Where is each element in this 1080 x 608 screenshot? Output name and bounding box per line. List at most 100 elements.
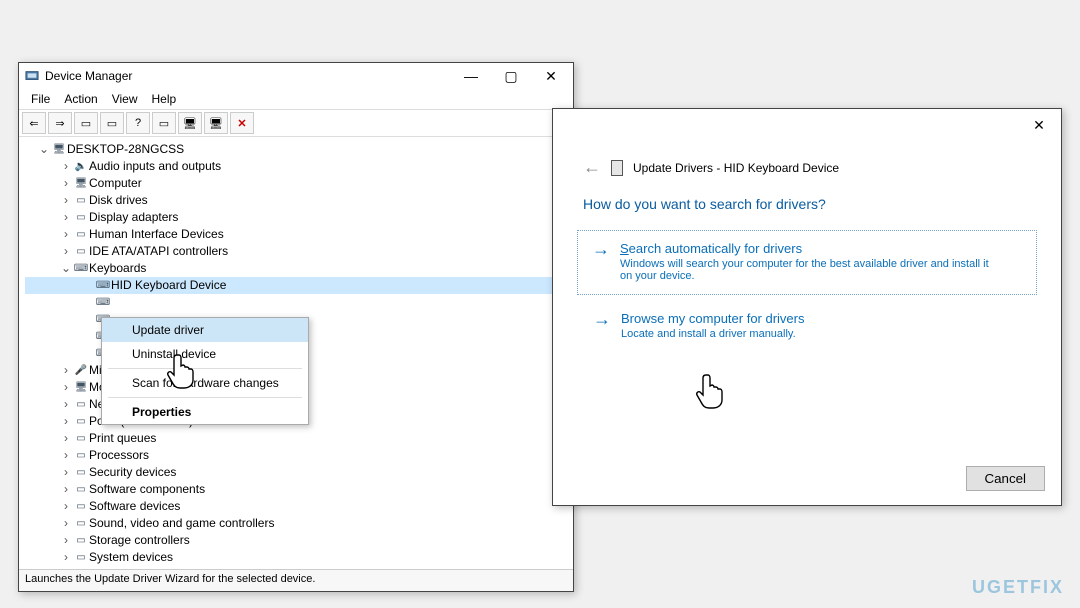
- close-button[interactable]: ✕: [531, 63, 571, 89]
- nav-fwd-icon[interactable]: ⇒: [48, 112, 72, 134]
- minimize-button[interactable]: —: [451, 63, 491, 89]
- keyboard-icon: [611, 160, 623, 176]
- toolbar-icon[interactable]: ?: [126, 112, 150, 134]
- dialog-titlebar[interactable]: ✕: [553, 109, 1061, 141]
- chevron-down-icon[interactable]: ⌄: [37, 141, 51, 158]
- system-icon: ▭: [73, 549, 89, 566]
- context-update-driver[interactable]: Update driver: [102, 318, 308, 342]
- watermark-logo: UGETFIX: [972, 577, 1064, 598]
- tree-item-hid-keyboard[interactable]: ⌨HID Keyboard Device: [25, 277, 569, 294]
- tree-category[interactable]: ›🔈Audio inputs and outputs: [25, 158, 569, 175]
- toolbar-icon[interactable]: ▭: [100, 112, 124, 134]
- delete-icon[interactable]: ✕: [230, 112, 254, 134]
- arrow-right-icon: →: [593, 311, 611, 340]
- chevron-down-icon[interactable]: ⌄: [59, 260, 73, 277]
- dialog-button-bar: Cancel: [966, 466, 1046, 491]
- option-title: Search automatically for drivers: [620, 241, 1000, 256]
- back-arrow-icon[interactable]: ←: [583, 157, 601, 178]
- security-icon: ▭: [73, 464, 89, 481]
- software-icon: ▭: [73, 498, 89, 515]
- menu-file[interactable]: File: [25, 92, 56, 106]
- app-icon: [25, 69, 39, 83]
- tree-category[interactable]: ›▭System devices: [25, 549, 569, 566]
- chevron-right-icon[interactable]: ›: [59, 464, 73, 481]
- keyboard-icon: ⌨: [95, 277, 111, 294]
- chevron-right-icon[interactable]: ›: [59, 515, 73, 532]
- chevron-right-icon[interactable]: ›: [59, 158, 73, 175]
- nav-back-icon[interactable]: ⇐: [22, 112, 46, 134]
- chevron-right-icon[interactable]: ›: [59, 430, 73, 447]
- chevron-right-icon[interactable]: ›: [59, 396, 73, 413]
- tree-category[interactable]: ›▭Disk drives: [25, 192, 569, 209]
- tree-root[interactable]: ⌄ 🖥 DESKTOP-28NGCSS: [25, 141, 569, 158]
- monitor-icon: 🖥: [73, 379, 89, 396]
- menu-action[interactable]: Action: [58, 92, 103, 106]
- toolbar-icon[interactable]: ▭: [152, 112, 176, 134]
- chevron-right-icon[interactable]: ›: [59, 226, 73, 243]
- menu-bar: File Action View Help: [19, 89, 573, 109]
- update-drivers-dialog: ✕ ← Update Drivers - HID Keyboard Device…: [552, 108, 1062, 506]
- context-properties[interactable]: Properties: [102, 400, 308, 424]
- cursor-hand-icon: [694, 370, 728, 410]
- tree-item[interactable]: ⌨: [25, 294, 569, 311]
- chevron-right-icon[interactable]: ›: [59, 413, 73, 430]
- printer-icon: ▭: [73, 430, 89, 447]
- tree-category[interactable]: ›▭Security devices: [25, 464, 569, 481]
- tree-category[interactable]: ›▭Human Interface Devices: [25, 226, 569, 243]
- cancel-button[interactable]: Cancel: [966, 466, 1046, 491]
- tree-category-keyboards[interactable]: ⌄⌨Keyboards: [25, 260, 569, 277]
- close-button[interactable]: ✕: [1019, 112, 1059, 138]
- chevron-right-icon[interactable]: ›: [59, 566, 73, 569]
- usb-icon: ▭: [73, 566, 89, 569]
- hid-icon: ▭: [73, 226, 89, 243]
- toolbar: ⇐ ⇒ ▭ ▭ ? ▭ 🖥 🖥 ✕: [19, 109, 573, 137]
- scan-hardware-icon[interactable]: 🖥: [178, 112, 202, 134]
- context-scan-hardware[interactable]: Scan for hardware changes: [102, 371, 308, 395]
- audio-icon: 🔈: [73, 158, 89, 175]
- tree-category[interactable]: ›▭Software components: [25, 481, 569, 498]
- cpu-icon: ▭: [73, 447, 89, 464]
- chevron-right-icon[interactable]: ›: [59, 498, 73, 515]
- tree-category[interactable]: ›▭Print queues: [25, 430, 569, 447]
- chevron-right-icon[interactable]: ›: [59, 379, 73, 396]
- tree-category[interactable]: ›▭Universal Serial Bus controllers: [25, 566, 569, 569]
- device-manager-window: Device Manager — ▢ ✕ File Action View He…: [18, 62, 574, 592]
- tree-category[interactable]: ›▭Software devices: [25, 498, 569, 515]
- option-search-automatically[interactable]: → Search automatically for drivers Windo…: [577, 230, 1037, 295]
- chevron-right-icon[interactable]: ›: [59, 175, 73, 192]
- chevron-right-icon[interactable]: ›: [59, 447, 73, 464]
- option-title: Browse my computer for drivers: [621, 311, 805, 326]
- sound-icon: ▭: [73, 515, 89, 532]
- chevron-right-icon[interactable]: ›: [59, 362, 73, 379]
- ide-icon: ▭: [73, 243, 89, 260]
- tree-category[interactable]: ›▭Storage controllers: [25, 532, 569, 549]
- tree-category[interactable]: ›▭IDE ATA/ATAPI controllers: [25, 243, 569, 260]
- status-text: Launches the Update Driver Wizard for th…: [25, 573, 315, 585]
- option-browse-computer[interactable]: → Browse my computer for drivers Locate …: [593, 311, 1037, 340]
- tree-category[interactable]: ›▭Sound, video and game controllers: [25, 515, 569, 532]
- tree-category[interactable]: ›▭Display adapters: [25, 209, 569, 226]
- software-icon: ▭: [73, 481, 89, 498]
- dialog-header: ← Update Drivers - HID Keyboard Device: [605, 157, 1037, 178]
- toolbar-icon[interactable]: ▭: [74, 112, 98, 134]
- menu-view[interactable]: View: [106, 92, 144, 106]
- menu-help[interactable]: Help: [146, 92, 183, 106]
- toolbar-icon[interactable]: 🖥: [204, 112, 228, 134]
- dialog-question: How do you want to search for drivers?: [583, 196, 1037, 212]
- context-menu: Update driver Uninstall device Scan for …: [101, 317, 309, 425]
- context-uninstall-device[interactable]: Uninstall device: [102, 342, 308, 366]
- keyboard-icon: ⌨: [73, 260, 89, 277]
- chevron-right-icon[interactable]: ›: [59, 192, 73, 209]
- storage-icon: ▭: [73, 532, 89, 549]
- maximize-button[interactable]: ▢: [491, 63, 531, 89]
- titlebar[interactable]: Device Manager — ▢ ✕: [19, 63, 573, 89]
- chevron-right-icon[interactable]: ›: [59, 209, 73, 226]
- window-title: Device Manager: [45, 69, 132, 83]
- tree-category[interactable]: ›🖥Computer: [25, 175, 569, 192]
- chevron-right-icon[interactable]: ›: [59, 243, 73, 260]
- chevron-right-icon[interactable]: ›: [59, 481, 73, 498]
- tree-category[interactable]: ›▭Processors: [25, 447, 569, 464]
- chevron-right-icon[interactable]: ›: [59, 549, 73, 566]
- chevron-right-icon[interactable]: ›: [59, 532, 73, 549]
- computer-icon: 🖥: [73, 175, 89, 192]
